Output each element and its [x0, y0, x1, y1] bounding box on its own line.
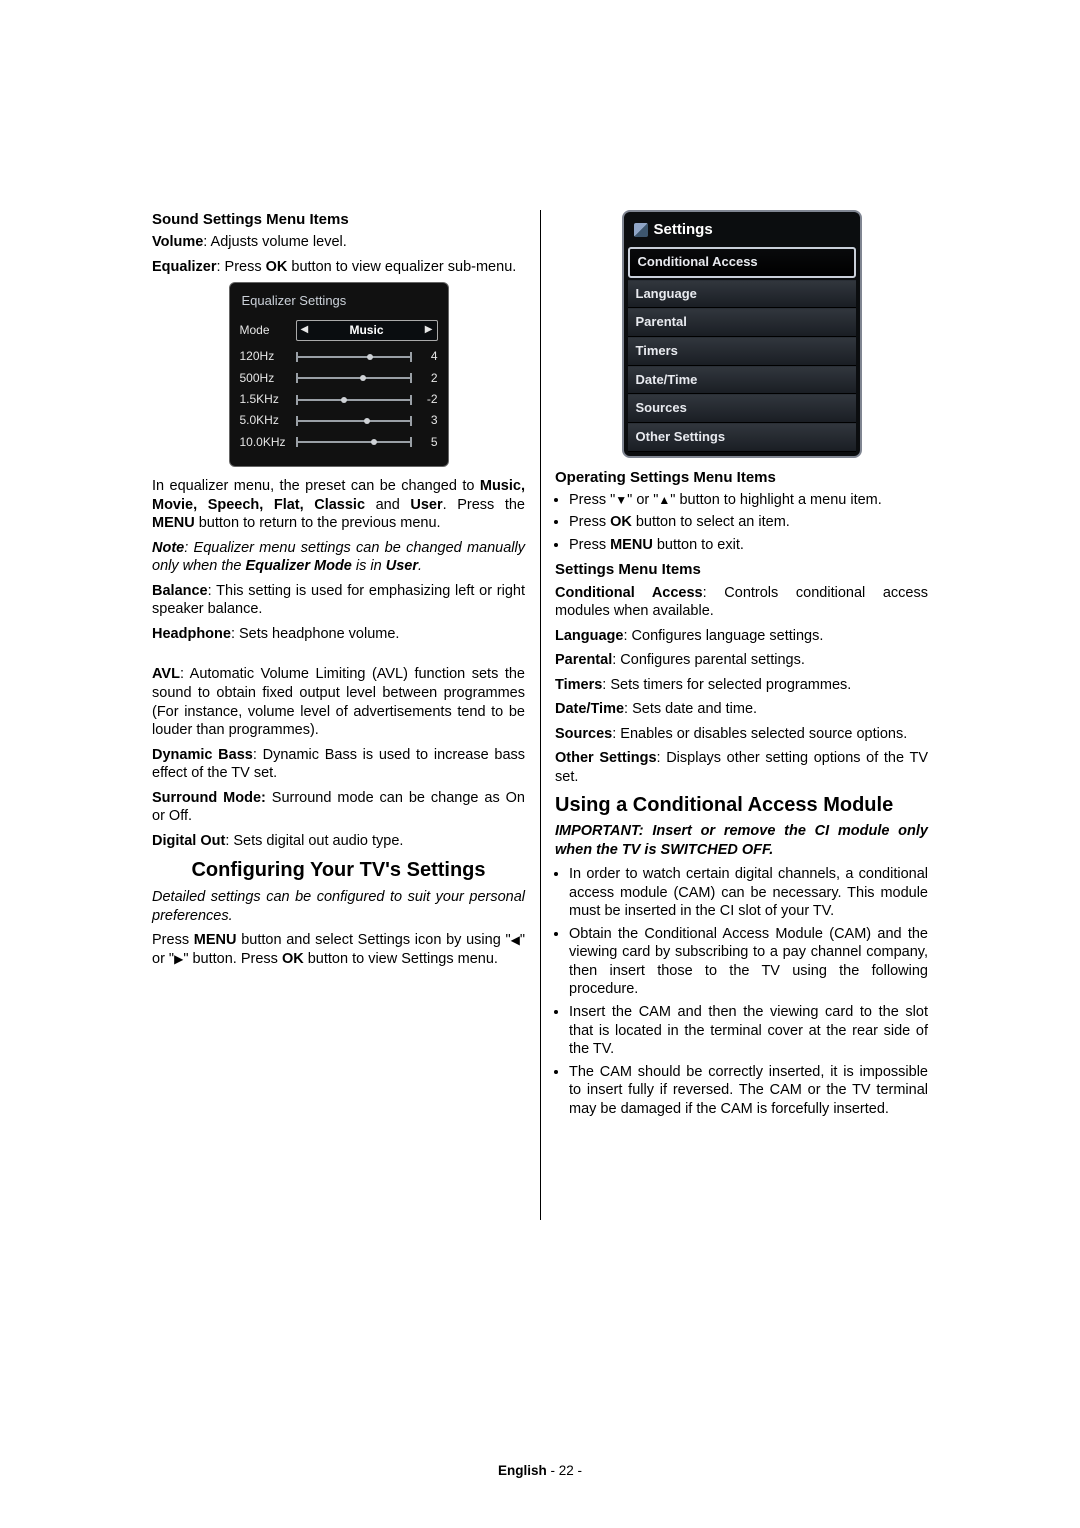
equalizer-band-value: 4 — [420, 349, 438, 364]
operating-settings-heading: Operating Settings Menu Items — [555, 468, 928, 487]
settings-osd-title: Settings — [654, 220, 713, 239]
equalizer-band-slider — [296, 395, 412, 405]
equalizer-mode-selector: ◀ Music ▶ — [296, 320, 438, 341]
equalizer-label: Equalizer — [152, 259, 216, 275]
equalizer-band-slider — [296, 352, 412, 362]
settings-menu-items-list: Conditional Access: Controls conditional… — [555, 584, 928, 787]
manual-page: Sound Settings Menu Items Volume: Adjust… — [0, 0, 1080, 1528]
settings-osd-item: Language — [628, 280, 856, 309]
digitalout-desc: Digital Out: Sets digital out audio type… — [152, 832, 525, 851]
settings-osd-item: Sources — [628, 394, 856, 423]
equalizer-band-label: 10.0KHz — [240, 435, 288, 450]
equalizer-band-value: 5 — [420, 435, 438, 450]
equalizer-mode-row: Mode ◀ Music ▶ — [240, 320, 438, 341]
balance-desc: Balance: This setting is used for emphas… — [152, 582, 525, 619]
settings-menu-item-desc: Parental: Configures parental settings. — [555, 651, 928, 670]
equalizer-band-label: 1.5KHz — [240, 392, 288, 407]
surround-desc: Surround Mode: Surround mode can be chan… — [152, 789, 525, 826]
equalizer-band-row: 1.5KHz -2 — [240, 392, 438, 407]
chevron-left-icon: ◀ — [301, 324, 309, 337]
equalizer-band-value: 2 — [420, 371, 438, 386]
headphone-desc: Headphone: Sets headphone volume. — [152, 625, 525, 644]
settings-menu-item-desc: Conditional Access: Controls conditional… — [555, 584, 928, 621]
equalizer-band-row: 120Hz 4 — [240, 349, 438, 364]
page-footer: English - 22 - — [0, 1463, 1080, 1478]
footer-page-number: 22 — [559, 1463, 574, 1478]
sound-settings-heading: Sound Settings Menu Items — [152, 210, 525, 229]
settings-menu-item-desc: Language: Configures language settings. — [555, 627, 928, 646]
volume-desc: Volume: Adjusts volume level. — [152, 233, 525, 252]
settings-osd-items: Conditional AccessLanguageParentalTimers… — [628, 247, 856, 451]
footer-language: English — [498, 1463, 547, 1478]
conditional-access-heading: Using a Conditional Access Module — [555, 793, 928, 819]
equalizer-band-slider — [296, 437, 412, 447]
equalizer-band-row: 5.0KHz 3 — [240, 413, 438, 428]
equalizer-band-slider — [296, 373, 412, 383]
triangle-up-icon: ▲ — [658, 494, 670, 506]
equalizer-mode-label: Mode — [240, 323, 288, 338]
equalizer-osd-title: Equalizer Settings — [242, 293, 438, 310]
operating-settings-bullets: Press "▼" or "▲" button to highlight a m… — [555, 491, 928, 555]
settings-osd-title-bar: Settings — [628, 216, 856, 245]
equalizer-desc: Equalizer: Press OK button to view equal… — [152, 258, 525, 277]
settings-menu-item-desc: Timers: Sets timers for selected program… — [555, 676, 928, 695]
list-item: Insert the CAM and then the viewing card… — [569, 1003, 928, 1059]
list-item: Press "▼" or "▲" button to highlight a m… — [569, 491, 928, 510]
settings-osd: Settings Conditional AccessLanguageParen… — [622, 210, 862, 458]
equalizer-osd: Equalizer Settings Mode ◀ Music ▶ 120Hz 4… — [229, 282, 449, 467]
settings-menu-item-desc: Sources: Enables or disables selected so… — [555, 725, 928, 744]
equalizer-band-row: 10.0KHz 5 — [240, 435, 438, 450]
avl-desc: AVL: Automatic Volume Limiting (AVL) fun… — [152, 665, 525, 739]
settings-osd-item: Timers — [628, 337, 856, 366]
triangle-left-icon: ◀ — [511, 934, 520, 946]
volume-label: Volume — [152, 234, 203, 250]
list-item: Obtain the Conditional Access Module (CA… — [569, 925, 928, 999]
equalizer-bands: 120Hz 4 500Hz 2 1.5KHz -2 5.0KHz 3 10.0KHz 5 — [240, 349, 438, 450]
equalizer-band-slider — [296, 416, 412, 426]
equalizer-band-label: 120Hz — [240, 349, 288, 364]
settings-menu-item-desc: Other Settings: Displays other setting o… — [555, 749, 928, 786]
settings-icon — [634, 223, 648, 237]
equalizer-band-label: 5.0KHz — [240, 413, 288, 428]
list-item: Press MENU button to exit. — [569, 536, 928, 555]
chevron-right-icon: ▶ — [425, 324, 433, 337]
list-item: Press OK button to select an item. — [569, 513, 928, 532]
list-item: In order to watch certain digital channe… — [569, 865, 928, 921]
press-menu-instruction: Press MENU button and select Settings ic… — [152, 931, 525, 968]
equalizer-note: Note: Equalizer menu settings can be cha… — [152, 539, 525, 576]
conditional-access-bullets: In order to watch certain digital channe… — [555, 865, 928, 1118]
settings-osd-item: Conditional Access — [628, 247, 856, 278]
equalizer-mode-value: Music — [308, 323, 425, 338]
two-column-body: Sound Settings Menu Items Volume: Adjust… — [152, 210, 928, 1220]
settings-osd-item: Parental — [628, 308, 856, 337]
dynbass-desc: Dynamic Bass: Dynamic Bass is used to in… — [152, 746, 525, 783]
equalizer-band-value: 3 — [420, 413, 438, 428]
settings-menu-items-heading: Settings Menu Items — [555, 560, 928, 579]
settings-menu-item-desc: Date/Time: Sets date and time. — [555, 700, 928, 719]
equalizer-band-row: 500Hz 2 — [240, 371, 438, 386]
equalizer-presets-para: In equalizer menu, the preset can be cha… — [152, 477, 525, 533]
important-note: IMPORTANT: Insert or remove the CI modul… — [555, 822, 928, 859]
triangle-down-icon: ▼ — [615, 494, 627, 506]
equalizer-band-value: -2 — [420, 392, 438, 407]
detailed-settings-intro: Detailed settings can be configured to s… — [152, 888, 525, 925]
equalizer-band-label: 500Hz — [240, 371, 288, 386]
settings-osd-item: Date/Time — [628, 366, 856, 395]
configuring-settings-heading: Configuring Your TV's Settings — [152, 858, 525, 884]
settings-osd-item: Other Settings — [628, 423, 856, 452]
list-item: The CAM should be correctly inserted, it… — [569, 1063, 928, 1119]
triangle-right-icon: ▶ — [174, 953, 183, 965]
